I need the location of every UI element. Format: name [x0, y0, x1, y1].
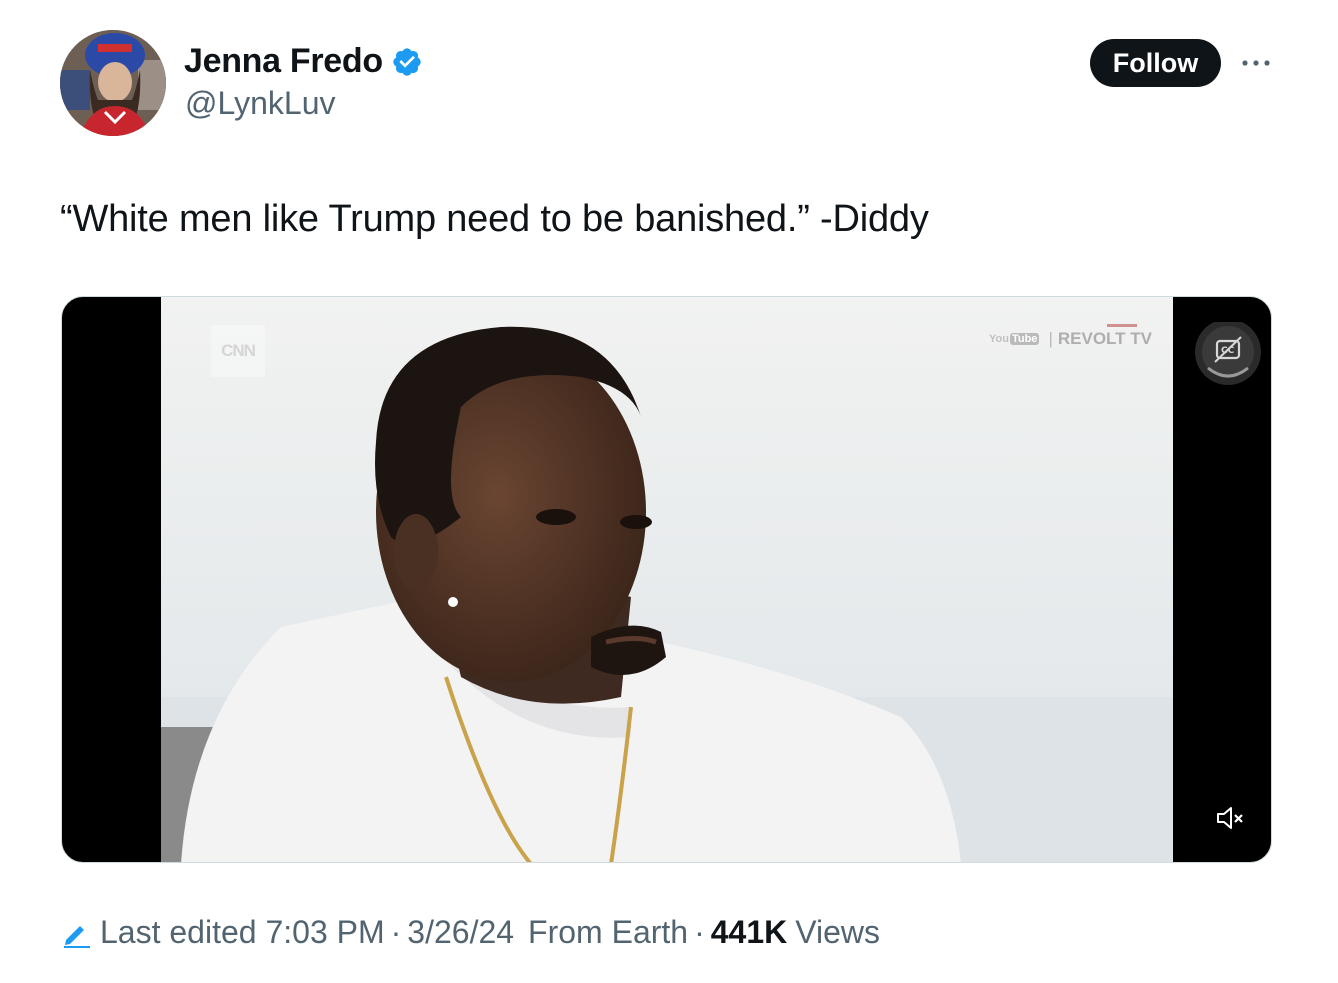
more-icon	[1241, 54, 1271, 72]
mute-icon	[1215, 805, 1245, 836]
watermark-bar	[1107, 324, 1137, 327]
edited-label[interactable]: Last edited 7:03 PM	[100, 914, 385, 951]
channel-logo: CNN	[211, 325, 265, 377]
watermark-channel: REVOLT TV	[1057, 329, 1152, 348]
verified-badge-icon[interactable]	[391, 46, 423, 78]
separator-dot: ·	[390, 914, 402, 950]
youtube-logo-prefix: You	[989, 333, 1009, 345]
captions-button[interactable]: CC	[1188, 318, 1268, 391]
youtube-logo-icon: You Tube	[989, 333, 1040, 345]
views-label: Views	[795, 914, 881, 950]
edit-pencil-icon[interactable]	[62, 919, 90, 948]
tweet-footer: Last edited 7:03 PM · 3/26/24 From Earth…	[62, 914, 880, 951]
author-name-text[interactable]: Jenna Fredo	[184, 42, 383, 81]
post-location: From Earth	[528, 914, 689, 950]
post-date[interactable]: 3/26/24	[407, 914, 514, 951]
captions-icon: CC	[1188, 318, 1268, 391]
tweet: Jenna Fredo @LynkLuv Follow “White men l…	[0, 0, 1338, 983]
video-still	[161, 297, 1173, 862]
more-options-button[interactable]	[1238, 48, 1274, 78]
tweet-text: “White men like Trump need to be banishe…	[60, 198, 929, 240]
author-handle[interactable]: @LynkLuv	[185, 85, 335, 122]
youtube-logo-tube: Tube	[1009, 333, 1040, 345]
watermark: You Tube | REVOLT TV	[989, 329, 1152, 349]
video-frame[interactable]: CNN You Tube | REVOLT TV	[161, 297, 1173, 862]
video-player[interactable]: CNN You Tube | REVOLT TV CC	[61, 296, 1272, 863]
mute-button[interactable]	[1212, 805, 1248, 835]
views-count: 441K	[710, 914, 788, 950]
author-name[interactable]: Jenna Fredo	[184, 42, 423, 81]
follow-button[interactable]: Follow	[1090, 39, 1221, 87]
avatar[interactable]	[60, 30, 166, 136]
separator-dot: ·	[694, 914, 705, 950]
watermark-separator: |	[1048, 329, 1053, 348]
